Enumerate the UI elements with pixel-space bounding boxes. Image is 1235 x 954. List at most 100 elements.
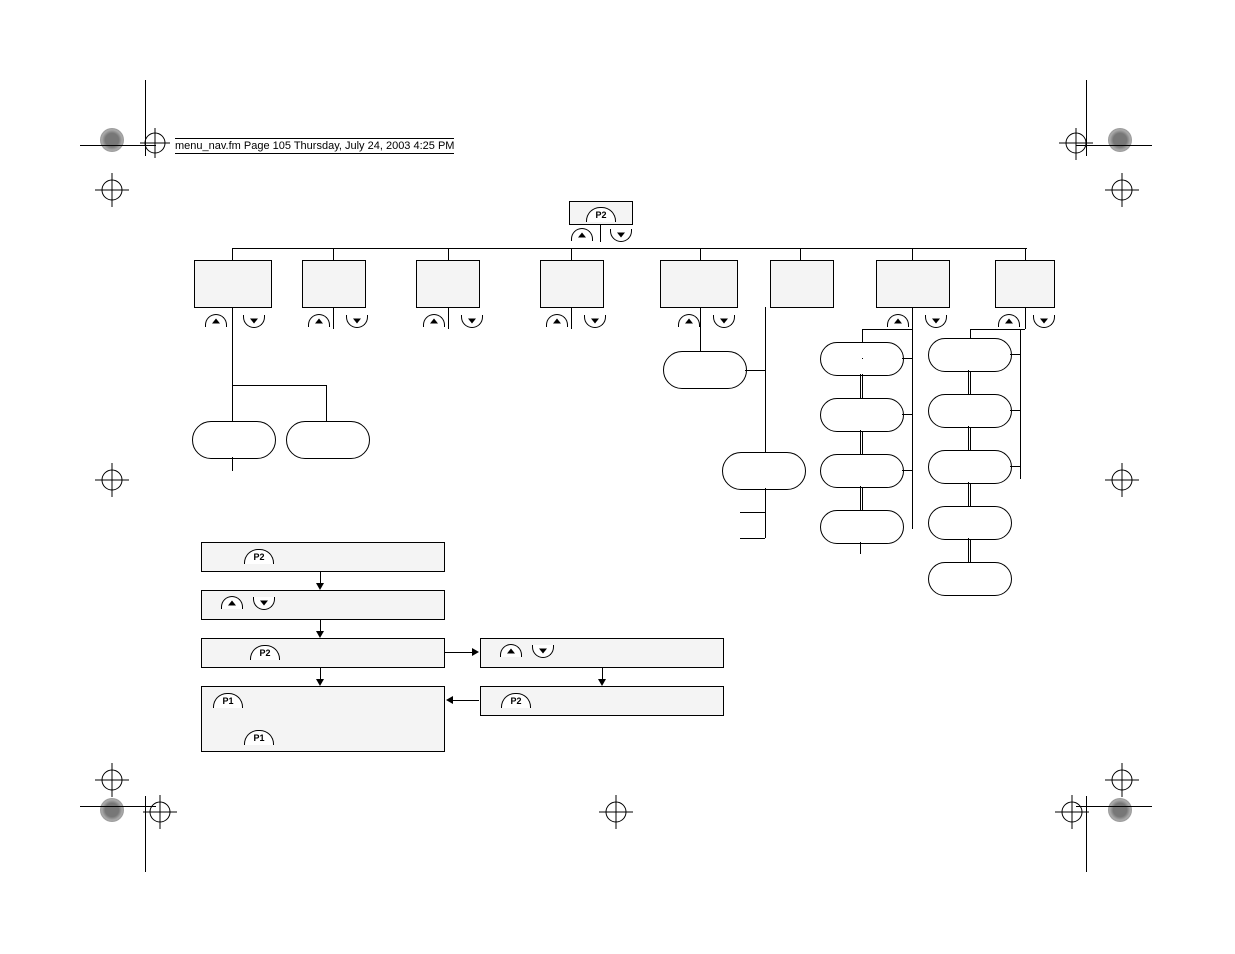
nav-down-icon	[584, 315, 606, 328]
connector	[232, 248, 233, 260]
reg-dot-bl	[100, 798, 124, 822]
option-pill	[928, 338, 1012, 372]
nav-down-icon	[346, 315, 368, 328]
reg-dot-tl	[100, 128, 124, 152]
connector	[232, 329, 233, 421]
arrow-down-icon	[316, 631, 324, 638]
nav-down-icon	[713, 315, 735, 328]
arrow-left-icon	[446, 696, 453, 704]
option-pill	[820, 510, 904, 544]
nav-up-icon	[887, 314, 909, 327]
category-1	[194, 260, 272, 308]
category-3	[416, 260, 480, 308]
reg-cross-tl	[138, 96, 233, 191]
category-4	[540, 260, 604, 308]
option-pill	[928, 394, 1012, 428]
connector	[902, 358, 912, 359]
reg-cross-bl	[140, 792, 180, 832]
connector	[700, 307, 701, 329]
nav-up-icon	[571, 228, 593, 241]
arrow-down-icon	[598, 679, 606, 686]
connector	[745, 370, 765, 371]
reg-cross-tr	[1056, 128, 1096, 168]
reg-cross-tr2	[1102, 170, 1142, 210]
connector	[740, 512, 765, 513]
category-8	[995, 260, 1055, 308]
flow-step-3	[201, 638, 445, 668]
connector	[326, 385, 327, 421]
connector	[1010, 466, 1020, 467]
connector	[862, 358, 863, 359]
connector	[862, 329, 912, 330]
reg-cross-br2	[1102, 760, 1142, 800]
connector	[765, 307, 766, 452]
arrow-down-icon	[316, 583, 324, 590]
option-pill	[820, 398, 904, 432]
connector	[700, 248, 701, 260]
connector	[448, 307, 449, 329]
category-2	[302, 260, 366, 308]
category-5	[660, 260, 738, 308]
nav-up-icon	[678, 314, 700, 327]
nav-up-icon	[205, 314, 227, 327]
option-pill	[928, 562, 1012, 596]
option-pill	[928, 506, 1012, 540]
connector	[862, 374, 863, 375]
reg-dot-tr	[1108, 128, 1132, 152]
reg-cross-tl2	[92, 170, 132, 210]
arrow-down-icon	[316, 679, 324, 686]
reg-cross-mr	[1102, 460, 1142, 500]
reg-cross-br	[1052, 792, 1092, 832]
connector	[740, 538, 765, 539]
option-pill	[286, 421, 370, 459]
connector	[912, 248, 913, 260]
connector	[968, 370, 969, 394]
connector	[902, 414, 912, 415]
connector	[232, 385, 326, 386]
connector	[800, 248, 801, 260]
option-pill	[928, 450, 1012, 484]
connector	[902, 470, 912, 471]
connector	[571, 307, 572, 329]
nav-down-icon	[1033, 315, 1055, 328]
connector	[1010, 354, 1020, 355]
reg-cross-mb	[596, 792, 636, 832]
nav-down-icon	[243, 315, 265, 328]
reg-cross-ml	[92, 460, 132, 500]
connector	[912, 307, 913, 329]
connector	[765, 488, 766, 538]
nav-up-icon	[423, 314, 445, 327]
connector-bus	[232, 248, 1027, 249]
option-pill	[722, 452, 806, 490]
connector	[232, 307, 233, 329]
connector	[860, 542, 861, 554]
connector	[968, 538, 969, 562]
nav-down-icon	[925, 315, 947, 328]
flow-step-1	[201, 542, 445, 572]
category-7	[876, 260, 950, 308]
nav-up-icon	[546, 314, 568, 327]
connector	[1025, 248, 1026, 260]
connector	[1010, 410, 1020, 411]
reg-cross-bl2	[92, 760, 132, 800]
connector	[1025, 307, 1026, 329]
connector	[700, 329, 701, 351]
connector	[448, 248, 449, 260]
connector	[968, 482, 969, 506]
reg-dot-br	[1108, 798, 1132, 822]
connector	[860, 486, 861, 510]
connector	[452, 700, 479, 701]
arrow-right-icon	[472, 648, 479, 656]
connector	[333, 307, 334, 329]
connector	[571, 248, 572, 260]
option-pill	[192, 421, 276, 459]
nav-up-icon	[308, 314, 330, 327]
nav-up-icon	[998, 314, 1020, 327]
connector	[860, 374, 861, 398]
connector	[232, 457, 233, 471]
connector	[1020, 329, 1021, 479]
nav-down-icon	[610, 229, 632, 242]
option-pill	[820, 342, 904, 376]
option-pill	[820, 454, 904, 488]
connector	[912, 329, 913, 529]
